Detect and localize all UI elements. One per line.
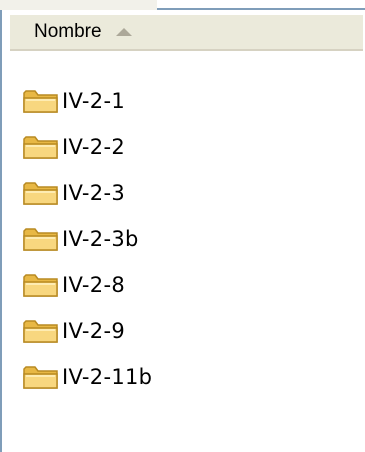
folder-icon	[23, 90, 58, 113]
folder-icon	[23, 182, 58, 205]
window-top-edge	[0, 0, 365, 11]
list-item[interactable]: IV-2-8	[22, 262, 352, 308]
list-item[interactable]: IV-2-1	[22, 78, 352, 124]
list-item[interactable]: IV-2-2	[22, 124, 352, 170]
column-header-label: Nombre	[34, 21, 102, 42]
list-item[interactable]: IV-2-3b	[22, 216, 352, 262]
folder-name: IV-2-3b	[62, 227, 139, 251]
folder-icon	[23, 228, 58, 251]
folder-name: IV-2-3	[62, 181, 126, 205]
sort-ascending-icon	[115, 28, 132, 36]
list-item[interactable]: IV-2-9	[22, 308, 352, 354]
column-header-name[interactable]: Nombre	[10, 15, 363, 51]
folder-name: IV-2-8	[62, 273, 126, 297]
folder-name: IV-2-1	[62, 89, 126, 113]
folder-icon	[23, 366, 58, 389]
folder-name: IV-2-9	[62, 319, 126, 343]
explorer-window: Nombre IV-2-1 IV-2-2 IV-2-3 IV-2-3b IV-2…	[0, 0, 365, 452]
folder-name: IV-2-2	[62, 135, 126, 159]
folder-list: IV-2-1 IV-2-2 IV-2-3 IV-2-3b IV-2-8 IV-2…	[22, 78, 352, 400]
folder-icon	[23, 320, 58, 343]
list-item[interactable]: IV-2-11b	[22, 354, 352, 400]
folder-name: IV-2-11b	[62, 365, 153, 389]
folder-icon	[23, 274, 58, 297]
list-item[interactable]: IV-2-3	[22, 170, 352, 216]
folder-icon	[23, 136, 58, 159]
